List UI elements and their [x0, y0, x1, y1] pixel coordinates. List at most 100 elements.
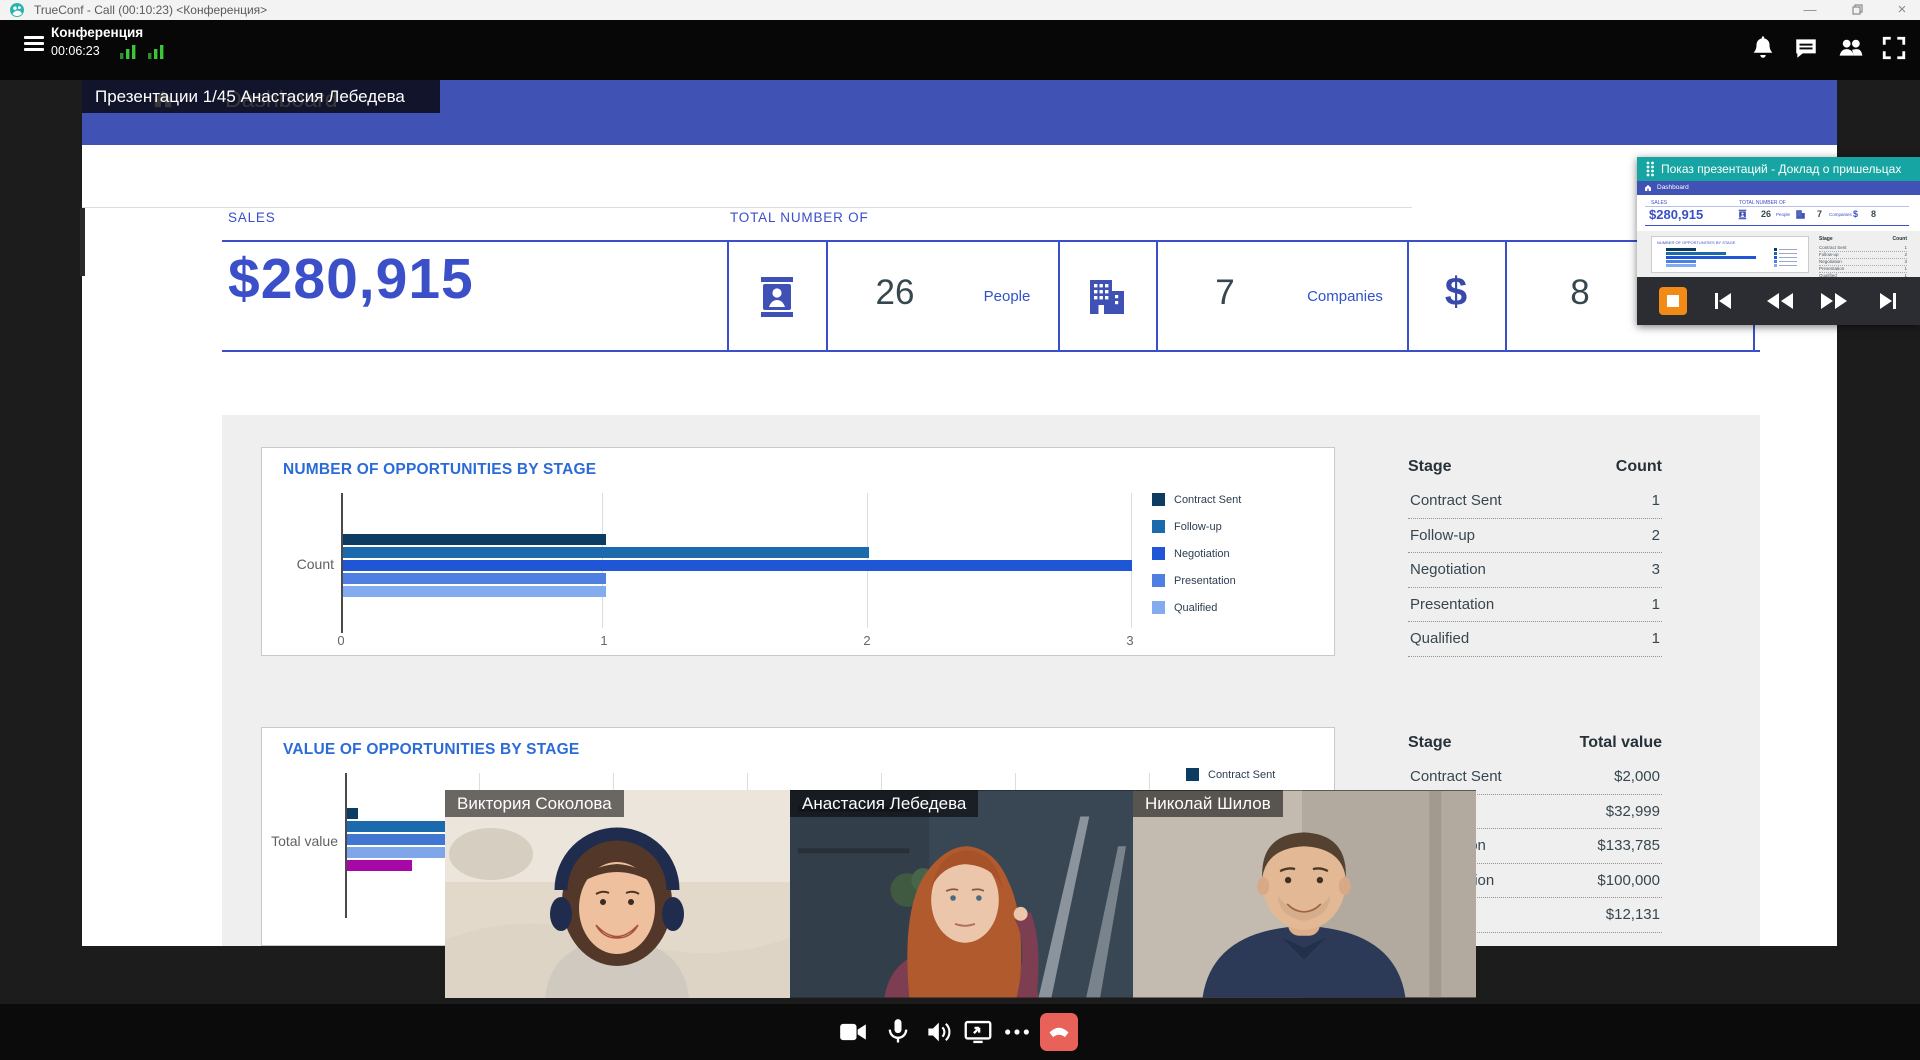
- participant-video-feed: [790, 790, 1133, 998]
- legend-label: Follow-up: [1174, 521, 1222, 533]
- table-row: Qualified1: [1408, 622, 1662, 657]
- chart-title: VALUE OF OPPORTUNITIES BY STAGE: [283, 741, 579, 759]
- call-control-bar: [0, 1004, 1920, 1060]
- table-cell: Qualified: [1410, 622, 1469, 656]
- mini-legend-swatch: [1774, 256, 1777, 259]
- mini-sales-value: $280,915: [1649, 207, 1703, 222]
- divider: [826, 240, 828, 352]
- drag-grip-icon[interactable]: [1645, 161, 1655, 177]
- divider: [1156, 240, 1158, 352]
- companies-count: 7: [1215, 273, 1234, 313]
- table-header-row: StageCount: [1408, 452, 1662, 484]
- chart-x-tick: 1: [592, 633, 616, 648]
- video-tile-nikolay[interactable]: Николай Шилов: [1133, 790, 1476, 998]
- legend-swatch: [1186, 768, 1199, 781]
- legend-label: Contract Sent: [1208, 769, 1275, 781]
- mini-table-cell: 2: [1904, 252, 1907, 258]
- chart-x-tick: 2: [855, 633, 879, 648]
- mini-companies-count: 7: [1817, 209, 1822, 219]
- mini-dollar-icon: $: [1853, 209, 1858, 219]
- chart-bar: [343, 586, 606, 597]
- table-cell: $133,785: [1597, 829, 1660, 863]
- contact-card-icon: [754, 274, 800, 320]
- table-header-row: StageTotal value: [1408, 728, 1662, 760]
- rewind-icon[interactable]: [1766, 292, 1794, 310]
- panel-header[interactable]: Показ презентаций - Доклад о пришельцах: [1637, 157, 1920, 181]
- skip-next-icon[interactable]: [1878, 292, 1898, 310]
- mini-people-count: 26: [1761, 209, 1771, 219]
- table-header: Stage: [1408, 728, 1452, 760]
- mini-legend-swatch: [1774, 260, 1777, 263]
- mini-appbar: Dashboard: [1637, 181, 1920, 195]
- mini-table-cell: Negotiation: [1819, 259, 1842, 265]
- mini-chart-bar: [1666, 252, 1726, 255]
- mini-table-header-cell: Count: [1893, 236, 1907, 245]
- dollar-icon: $: [1445, 270, 1467, 315]
- legend-label: Contract Sent: [1174, 494, 1241, 506]
- participant-video-feed: [445, 790, 790, 998]
- mini-table-row: Follow-up 2: [1819, 252, 1907, 259]
- table-cell: Negotiation: [1410, 553, 1486, 587]
- notifications-bell-icon[interactable]: [1750, 35, 1776, 61]
- divider: [222, 240, 1760, 242]
- participant-name: Николай Шилов: [1133, 790, 1283, 817]
- mini-table-row: Presentation1: [1819, 266, 1907, 273]
- chart-bar: [343, 547, 869, 558]
- legend-swatch: [1152, 520, 1165, 533]
- camera-toggle-icon[interactable]: [839, 1018, 867, 1046]
- table-row: Presentation1: [1408, 588, 1662, 623]
- microphone-toggle-icon[interactable]: [884, 1018, 912, 1046]
- divider: [1407, 240, 1409, 352]
- fast-forward-icon[interactable]: [1820, 292, 1848, 310]
- close-button[interactable]: ×: [1888, 0, 1916, 20]
- minimize-button[interactable]: —: [1796, 0, 1824, 20]
- chart-bar: [347, 808, 358, 819]
- participants-icon[interactable]: [1838, 35, 1864, 61]
- trueconf-logo-icon: [10, 3, 24, 17]
- more-options-icon[interactable]: [1003, 1018, 1031, 1046]
- legend-swatch: [1152, 574, 1165, 587]
- mini-legend-label: [1779, 261, 1797, 262]
- screen-share-icon[interactable]: [964, 1018, 992, 1046]
- speaker-volume-icon[interactable]: [926, 1018, 954, 1046]
- app-window: TrueConf - Call (00:10:23) <Конференция>…: [0, 0, 1920, 1060]
- menu-icon[interactable]: [24, 36, 44, 54]
- chart-ylabel: Total value: [262, 833, 338, 849]
- mini-table-cell: 3: [1904, 259, 1907, 265]
- mini-table-header: Stage Count: [1819, 236, 1907, 245]
- table-cell: 1: [1652, 484, 1660, 518]
- participant-name: Виктория Соколова: [445, 790, 624, 817]
- mini-table-header-cell: Stage: [1819, 236, 1833, 245]
- people-count: 26: [876, 273, 915, 313]
- conference-topbar: Конференция 00:06:23: [0, 20, 1920, 80]
- divider: [1058, 240, 1060, 352]
- chat-icon[interactable]: [1793, 35, 1819, 61]
- skip-previous-icon[interactable]: [1713, 292, 1733, 310]
- mini-deals-count: 8: [1871, 209, 1876, 219]
- stop-presentation-button[interactable]: [1659, 287, 1687, 315]
- divider: [222, 350, 1760, 352]
- signal-quality-icon: [120, 45, 138, 59]
- building-icon: [1085, 275, 1129, 319]
- chart-y-axis: [345, 773, 347, 918]
- legend-swatch: [1152, 601, 1165, 614]
- mini-table-cell: Follow-up: [1819, 252, 1839, 258]
- window-titlebar: TrueConf - Call (00:10:23) <Конференция>…: [0, 0, 1920, 20]
- chart-bar: [343, 560, 1132, 571]
- fullscreen-icon[interactable]: [1881, 35, 1907, 61]
- sales-label: SALES: [228, 210, 276, 225]
- legend-swatch: [1152, 547, 1165, 560]
- chart-title: NUMBER OF OPPORTUNITIES BY STAGE: [283, 461, 596, 479]
- legend-swatch: [1152, 493, 1165, 506]
- divider: [1505, 240, 1507, 352]
- restore-button[interactable]: [1843, 0, 1871, 20]
- participant-name: Анастасия Лебедева: [790, 790, 978, 817]
- video-tile-viktoria[interactable]: Виктория Соколова: [445, 790, 790, 998]
- panel-title: Показ презентаций - Доклад о пришельцах: [1661, 162, 1901, 176]
- deals-count: 8: [1570, 273, 1589, 313]
- hangup-button[interactable]: [1040, 1013, 1078, 1051]
- table-cell: Follow-up: [1410, 519, 1475, 553]
- video-tile-anastasia[interactable]: Анастасия Лебедева: [790, 790, 1133, 998]
- mini-nav-title: Dashboard: [1657, 184, 1689, 191]
- presentation-status-label: Презентации 1/45 Анастасия Лебедева: [82, 80, 440, 113]
